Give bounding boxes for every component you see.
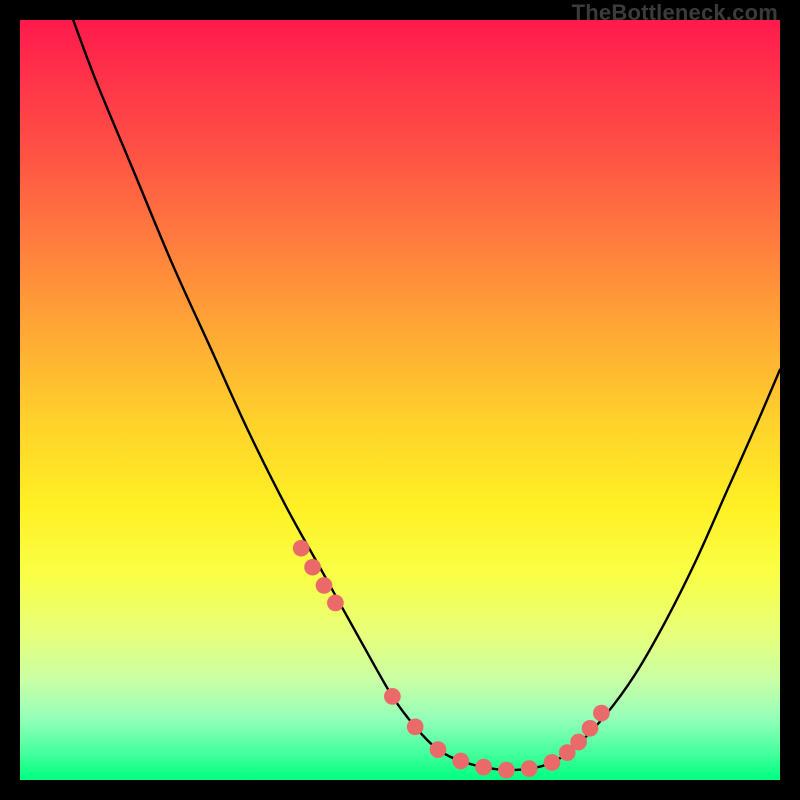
curve-markers (293, 540, 610, 779)
chart-svg (20, 20, 780, 780)
curve-marker (430, 741, 447, 758)
curve-marker (407, 718, 424, 735)
curve-marker (544, 754, 561, 771)
curve-marker (304, 559, 321, 576)
curve-marker (521, 760, 538, 777)
curve-marker (327, 595, 344, 612)
curve-marker (384, 688, 401, 705)
curve-marker (570, 734, 587, 751)
watermark-label: TheBottleneck.com (572, 0, 778, 26)
curve-marker (293, 540, 310, 557)
bottleneck-curve (73, 20, 780, 770)
chart-frame: TheBottleneck.com (0, 0, 800, 800)
curve-marker (582, 720, 599, 737)
curve-marker (452, 753, 469, 770)
curve-marker (593, 705, 610, 722)
chart-plot-area (20, 20, 780, 780)
curve-marker (316, 577, 333, 594)
curve-marker (475, 759, 492, 776)
curve-marker (498, 762, 515, 779)
